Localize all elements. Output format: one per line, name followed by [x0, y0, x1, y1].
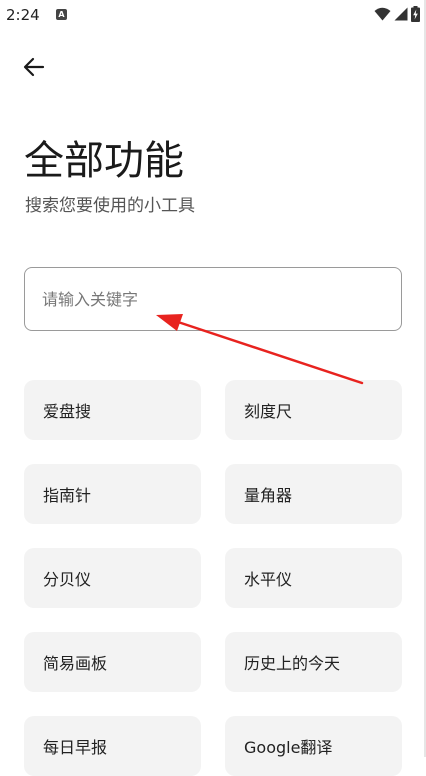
- tool-card[interactable]: 爱盘搜: [24, 380, 201, 440]
- tool-label: Google翻译: [244, 738, 333, 757]
- battery-icon: [411, 6, 420, 22]
- tool-label: 量角器: [244, 486, 293, 505]
- tool-card[interactable]: 指南针: [24, 464, 201, 524]
- tool-label: 爱盘搜: [43, 402, 92, 421]
- signal-icon: [394, 7, 408, 21]
- tool-label: 每日早报: [43, 738, 108, 757]
- tool-card[interactable]: 分贝仪: [24, 548, 201, 608]
- tool-grid: 爱盘搜 刻度尺 指南针 量角器 分贝仪 水平仪 简易画板 历史上的今天 每日早报…: [24, 380, 402, 776]
- tool-label: 水平仪: [244, 570, 293, 589]
- tool-card[interactable]: 刻度尺: [225, 380, 402, 440]
- tool-card[interactable]: Google翻译: [225, 716, 402, 776]
- tool-card[interactable]: 简易画板: [24, 632, 201, 692]
- wifi-icon: [374, 7, 391, 21]
- tool-label: 刻度尺: [244, 402, 293, 421]
- tool-label: 简易画板: [43, 654, 108, 673]
- back-button[interactable]: [18, 52, 50, 82]
- page-subtitle: 搜索您要使用的小工具: [25, 196, 195, 216]
- arrow-left-icon: [23, 57, 45, 77]
- status-bar: 2:24 A: [0, 0, 426, 30]
- tool-card[interactable]: 每日早报: [24, 716, 201, 776]
- search-input[interactable]: [24, 267, 402, 331]
- tool-label: 指南针: [43, 486, 92, 505]
- tool-label: 分贝仪: [43, 570, 92, 589]
- status-icons: [374, 6, 420, 22]
- tool-label: 历史上的今天: [244, 654, 341, 673]
- tool-card[interactable]: 量角器: [225, 464, 402, 524]
- tool-card[interactable]: 水平仪: [225, 548, 402, 608]
- status-time: 2:24: [6, 6, 40, 24]
- page-title: 全部功能: [24, 138, 184, 184]
- tool-card[interactable]: 历史上的今天: [225, 632, 402, 692]
- notification-icon: A: [56, 9, 67, 20]
